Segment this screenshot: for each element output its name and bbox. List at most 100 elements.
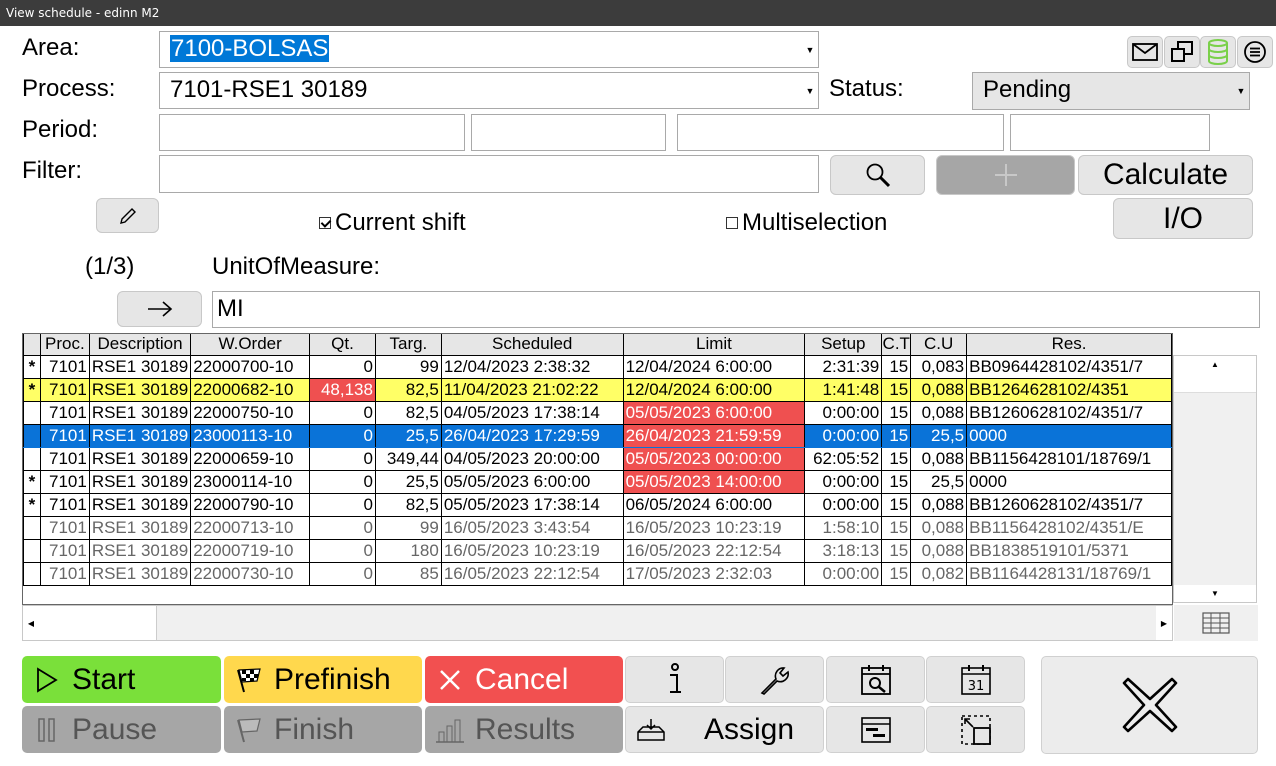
cell-targ: 25,5 (374, 469, 442, 494)
cell-limit: 06/05/2024 6:00:00 (622, 492, 806, 517)
table-row[interactable]: 7101 RSE1 30189 22000719-10 0 180 16/05/2023 … (23, 538, 1172, 563)
scroll-right-icon[interactable]: ▶ (1156, 606, 1172, 640)
vertical-scrollbar[interactable]: ▲ ▼ (1173, 355, 1257, 603)
edit-button[interactable] (96, 198, 159, 233)
table-row[interactable]: 7101 RSE1 30189 22000750-10 0 82,5 04/05/2023… (23, 400, 1172, 425)
column-header[interactable]: Res. (966, 334, 1172, 356)
settings-button[interactable] (725, 656, 824, 703)
checkbox-checked[interactable] (319, 217, 331, 229)
cell-setup: 2:31:39 (804, 354, 883, 379)
scroll-thumb[interactable] (1174, 373, 1256, 393)
process-select[interactable]: 7101-RSE1 30189 ▼ (159, 72, 819, 109)
cell-order: 22000730-10 (190, 561, 311, 586)
finish-button[interactable]: Finish (224, 706, 422, 753)
search-button[interactable] (830, 155, 925, 195)
cell-targ: 82,5 (374, 377, 442, 402)
scroll-down-icon[interactable]: ▼ (1174, 585, 1256, 602)
cross-icon (425, 667, 475, 693)
chevron-down-icon[interactable]: ▼ (803, 33, 817, 66)
table-row[interactable]: 7101 RSE1 30189 22000659-10 0 349,44 04/05/20… (23, 446, 1172, 471)
area-select[interactable]: 7100-BOLSAS ▼ (159, 31, 819, 68)
period-end-date[interactable] (677, 114, 1004, 151)
windows-button[interactable] (1164, 36, 1200, 68)
cell-ct: 15 (881, 538, 912, 563)
column-header[interactable]: Scheduled (440, 334, 624, 356)
scroll-left-icon[interactable]: ◀ (23, 606, 39, 640)
column-header[interactable]: Qt. (309, 334, 376, 356)
scroll-thumb[interactable] (39, 606, 157, 640)
process-label: Process: (22, 75, 116, 102)
app-window: View schedule - edinn M2 Area: 7100-BOLS… (0, 0, 1276, 766)
add-button[interactable] (936, 155, 1075, 195)
cell-cu: 25,5 (910, 469, 968, 494)
cell-sched: 12/04/2023 2:38:32 (440, 354, 624, 379)
cell-desc: RSE1 30189 (88, 400, 192, 425)
start-label: Start (72, 662, 136, 696)
cell-limit: 12/04/2024 6:00:00 (622, 377, 806, 402)
cell-sched: 04/05/2023 17:38:14 (440, 400, 624, 425)
chevron-down-icon[interactable]: ▼ (1234, 74, 1248, 108)
info-button[interactable] (625, 656, 724, 703)
cell-cu: 0,082 (910, 561, 968, 586)
database-icon (1208, 39, 1228, 65)
filter-input[interactable] (159, 155, 819, 193)
table-row[interactable]: 7101 RSE1 30189 22000730-10 0 85 16/05/2023 2… (23, 561, 1172, 586)
pause-button[interactable]: Pause (22, 706, 221, 753)
cell-cu: 0,088 (910, 377, 968, 402)
period-start-time[interactable] (471, 114, 666, 151)
horizontal-scrollbar[interactable]: ◀ ▶ (22, 605, 1173, 641)
cell-mark (23, 538, 41, 563)
table-header: Proc. Description W.Order Qt. Targ. Scheduled… (23, 334, 1172, 356)
schedule-view-button[interactable] (826, 706, 925, 753)
next-page-button[interactable] (117, 291, 202, 327)
period-end-time[interactable] (1010, 114, 1210, 151)
chevron-down-icon[interactable]: ▼ (803, 74, 817, 107)
menu-button[interactable] (1237, 36, 1273, 68)
unit-of-measure-label: UnitOfMeasure: (212, 253, 381, 280)
checkbox-unchecked[interactable] (726, 217, 738, 229)
period-start-date[interactable] (159, 114, 465, 151)
current-shift-checkbox[interactable]: Current shift (319, 209, 466, 237)
resize-button[interactable] (926, 706, 1025, 753)
start-button[interactable]: Start (22, 656, 221, 703)
scroll-up-icon[interactable]: ▲ (1174, 356, 1256, 373)
assign-button[interactable]: Assign (625, 706, 824, 753)
info-icon (669, 662, 681, 693)
column-header[interactable]: Proc. (39, 334, 90, 356)
table-row[interactable]: 7101 RSE1 30189 22000713-10 0 99 16/05/2023 3… (23, 515, 1172, 540)
column-header[interactable] (23, 334, 41, 356)
table-row[interactable]: * 7101 RSE1 30189 22000682-10 48,138 82,5 11/0… (23, 377, 1172, 402)
calendar-search-button[interactable] (826, 656, 925, 703)
table-row[interactable]: 7101 RSE1 30189 23000113-10 0 25,5 26/04/2023… (23, 423, 1172, 448)
cell-qt: 0 (309, 354, 376, 379)
io-button[interactable]: I/O (1113, 198, 1253, 239)
status-select[interactable]: Pending ▼ (972, 72, 1250, 110)
column-header[interactable]: Description (88, 334, 192, 356)
cell-targ: 82,5 (374, 492, 442, 517)
table-settings-button[interactable] (1174, 605, 1258, 641)
table-row[interactable]: * 7101 RSE1 30189 23000114-10 0 25,5 05/05/202… (23, 469, 1172, 494)
cell-targ: 99 (374, 354, 442, 379)
multiselection-checkbox[interactable]: Multiselection (726, 209, 887, 237)
calendar-button[interactable]: 31 (926, 656, 1025, 703)
cell-res: BB1260628102/4351/7 (966, 400, 1172, 425)
table-row[interactable]: * 7101 RSE1 30189 22000700-10 0 99 12/04/2023 … (23, 354, 1172, 379)
mail-button[interactable] (1127, 36, 1163, 68)
column-header[interactable]: Targ. (374, 334, 442, 356)
column-header[interactable]: Limit (622, 334, 806, 356)
prefinish-button[interactable]: Prefinish (224, 656, 422, 703)
cell-desc: RSE1 30189 (88, 446, 192, 471)
cell-ct: 15 (881, 561, 912, 586)
column-header[interactable]: C.U (910, 334, 968, 356)
cancel-button[interactable]: Cancel (425, 656, 623, 703)
column-header[interactable]: C.T (881, 334, 912, 356)
column-header[interactable]: Setup (804, 334, 883, 356)
column-header[interactable]: W.Order (190, 334, 311, 356)
calculate-button[interactable]: Calculate (1078, 155, 1253, 195)
table-row[interactable]: * 7101 RSE1 30189 22000790-10 0 82,5 05/05/202… (23, 492, 1172, 517)
database-button[interactable] (1200, 36, 1236, 68)
cell-res: 0000 (966, 469, 1172, 494)
close-button[interactable] (1041, 656, 1258, 754)
cell-cu: 25,5 (910, 423, 968, 448)
results-button[interactable]: Results (425, 706, 623, 753)
